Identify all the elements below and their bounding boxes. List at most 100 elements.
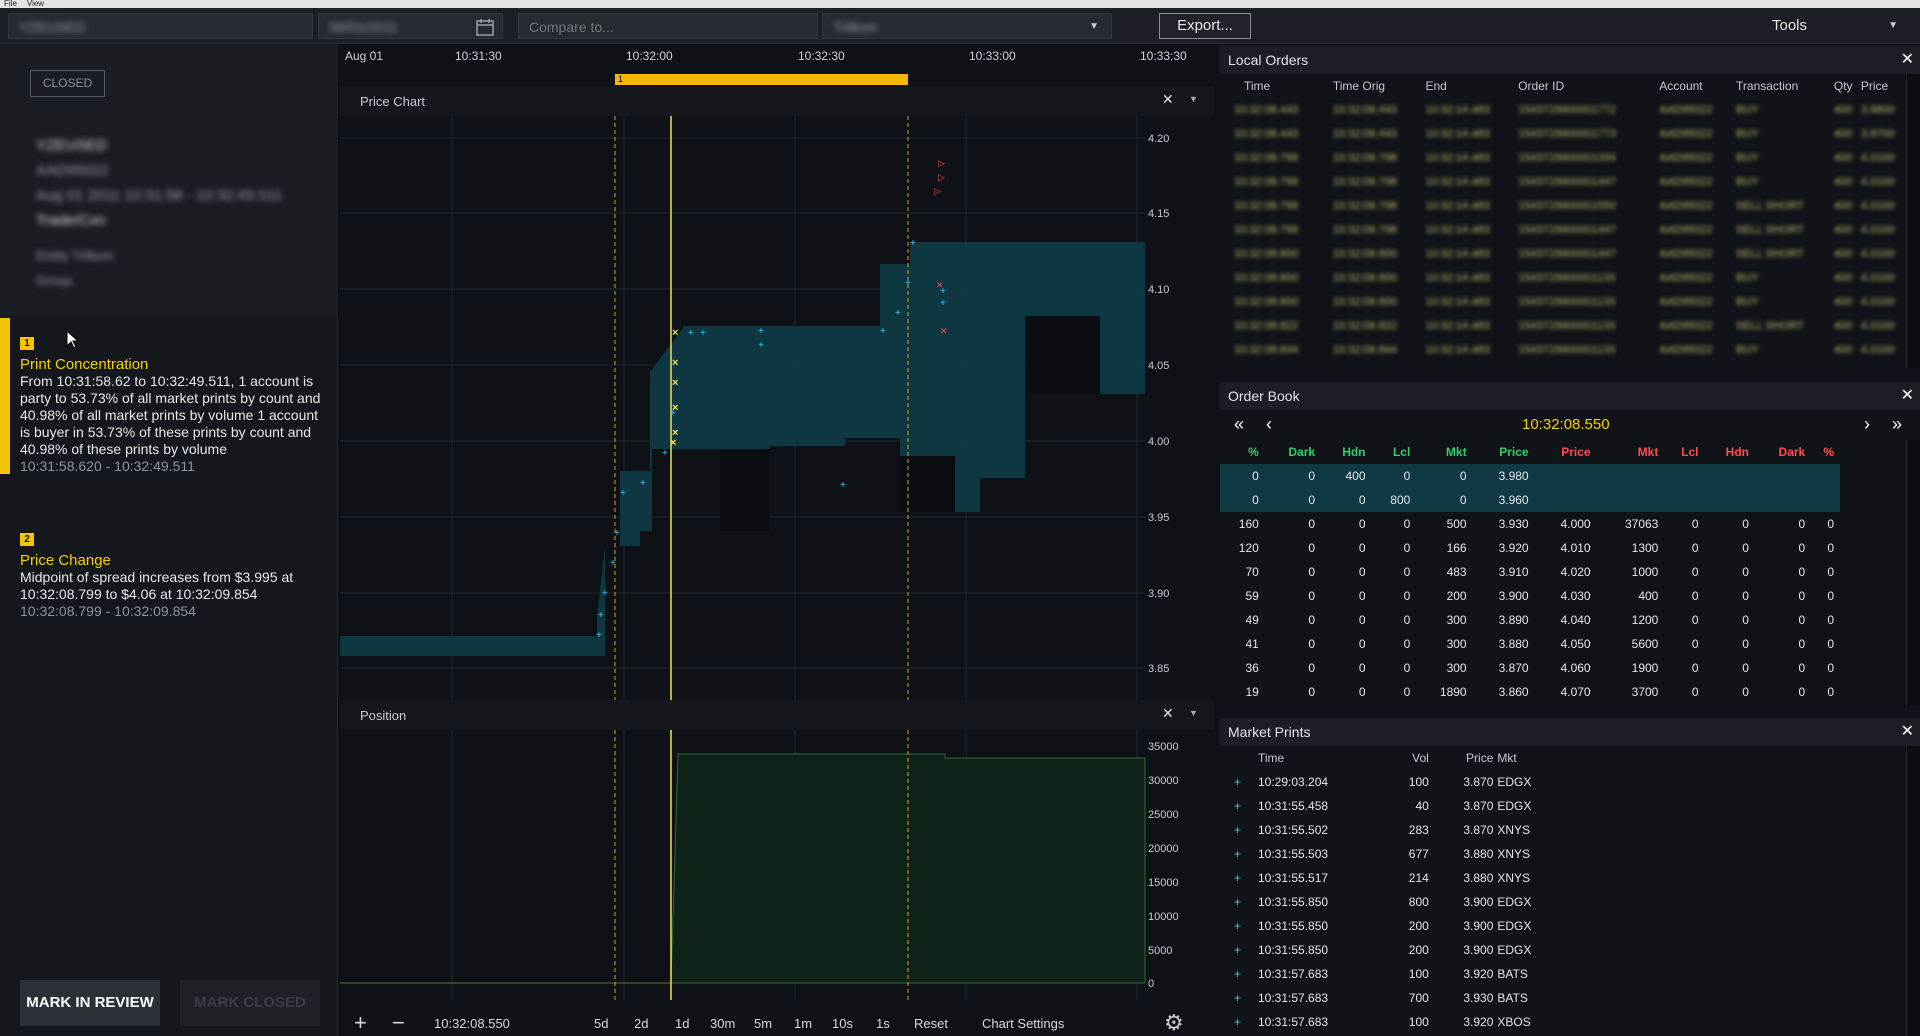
expand-icon[interactable]: + (1220, 818, 1258, 842)
compare-input[interactable]: Compare to... (518, 13, 818, 39)
market-print-row[interactable]: +10:31:55.850 200 3.900 EDGX (1220, 938, 1560, 962)
range-1m[interactable]: 1m (794, 1016, 812, 1031)
menu-file[interactable]: File (4, 0, 17, 8)
table-row[interactable]: 10:32:08.800 10:32:08.800 10:32:14.483 1543… (1220, 266, 1920, 290)
scrollbar[interactable] (1906, 440, 1920, 706)
zoom-in-button[interactable]: + (354, 1010, 367, 1036)
expand-icon[interactable]: + (1220, 842, 1258, 866)
gear-icon[interactable]: ⚙ (1164, 1010, 1184, 1036)
menu-view[interactable]: View (27, 0, 44, 8)
order-book-row[interactable]: 36 0 0 0 300 3.870 4.060 1900 0 0 0 0 (1220, 656, 1840, 680)
order-book-row[interactable]: 0 0 400 0 0 3.980 (1220, 464, 1840, 488)
range-2d[interactable]: 2d (634, 1016, 648, 1031)
order-book-row[interactable]: 19 0 0 0 1890 3.860 4.070 3700 0 0 0 0 (1220, 680, 1840, 704)
table-row[interactable]: 10:32:08.822 10:32:08.822 10:32:14.483 1543… (1220, 314, 1920, 338)
close-icon[interactable]: ✕ (1901, 718, 1914, 746)
tools-icon[interactable]: ✕ (1162, 705, 1174, 722)
col-price[interactable]: Price (1435, 746, 1498, 770)
table-row[interactable]: 10:32:08.798 10:32:08.798 10:32:14.483 1543… (1220, 194, 1920, 218)
market-print-row[interactable]: +10:31:55.503 677 3.880 XNYS (1220, 842, 1560, 866)
market-print-row[interactable]: +10:31:57.683 700 3.930 BATS (1220, 986, 1560, 1010)
last-icon[interactable]: » (1892, 414, 1902, 435)
expand-icon[interactable]: + (1220, 938, 1258, 962)
order-book-row[interactable]: 70 0 0 0 483 3.910 4.020 1000 0 0 0 0 (1220, 560, 1840, 584)
tools-menu[interactable]: Tools ▼ (1758, 13, 1908, 39)
col-transaction[interactable]: Transaction (1736, 74, 1834, 98)
order-book-row[interactable]: 160 0 0 0 500 3.930 4.000 37063 0 0 0 0 (1220, 512, 1840, 536)
reset-button[interactable]: Reset (914, 1016, 948, 1031)
expand-icon[interactable]: + (1220, 890, 1258, 914)
timeline[interactable]: Aug 01 10:31:30 10:32:00 10:32:30 10:33:… (340, 44, 1215, 86)
date-field[interactable]: 08/01/2011 (318, 13, 503, 39)
col-end[interactable]: End (1425, 74, 1518, 98)
expand-icon[interactable]: + (1220, 866, 1258, 890)
order-book-row[interactable]: 59 0 0 0 200 3.900 4.030 400 0 0 0 0 (1220, 584, 1840, 608)
chevron-down-icon[interactable]: ▼ (1189, 708, 1198, 718)
table-row[interactable]: 10:32:08.844 10:32:08.844 10:32:14.483 1543… (1220, 338, 1920, 362)
market-print-row[interactable]: +10:31:55.458 40 3.870 EDGX (1220, 794, 1560, 818)
first-icon[interactable]: « (1234, 414, 1244, 435)
col-price[interactable]: Price (1861, 74, 1910, 98)
expand-icon[interactable]: + (1220, 1010, 1258, 1034)
position-chart[interactable]: 35000 30000 25000 20000 15000 10000 5000… (340, 730, 1215, 1010)
range-10s[interactable]: 10s (832, 1016, 853, 1031)
table-row[interactable]: 10:32:08.798 10:32:08.798 10:32:14.483 1543… (1220, 170, 1920, 194)
expand-icon[interactable]: + (1220, 770, 1258, 794)
entity-select[interactable]: Trillium ▼ (822, 13, 1112, 39)
market-print-row[interactable]: +10:29:03.204 100 3.870 EDGX (1220, 770, 1560, 794)
table-row[interactable]: 10:32:08.443 10:32:08.443 10:32:14.483 1543… (1220, 98, 1920, 122)
market-print-row[interactable]: +10:31:55.502 283 3.870 XNYS (1220, 818, 1560, 842)
col-time[interactable]: Time (1258, 746, 1387, 770)
next-icon[interactable]: › (1864, 414, 1870, 435)
market-print-row[interactable]: +10:31:57.683 100 3.920 XBOS (1220, 1010, 1560, 1034)
mark-in-review-button[interactable]: MARK IN REVIEW (20, 980, 160, 1026)
export-button[interactable]: Export... (1159, 13, 1251, 39)
range-1s[interactable]: 1s (876, 1016, 890, 1031)
close-icon[interactable]: ✕ (1901, 382, 1914, 410)
symbol-field[interactable]: YZEUSED (8, 13, 313, 39)
col-qty[interactable]: Qty (1834, 74, 1861, 98)
col-mkt[interactable]: Mkt (1497, 746, 1560, 770)
calendar-icon[interactable] (475, 17, 495, 37)
scrollbar[interactable] (1906, 74, 1920, 368)
table-row[interactable]: 10:32:08.443 10:32:08.443 10:32:14.483 1543… (1220, 122, 1920, 146)
expand-icon[interactable]: + (1220, 794, 1258, 818)
order-book-row[interactable]: 41 0 0 0 300 3.880 4.050 5600 0 0 0 0 (1220, 632, 1840, 656)
range-1d[interactable]: 1d (675, 1016, 689, 1031)
alert-item-price-change[interactable]: 2 Price Change Midpoint of spread increa… (0, 530, 338, 620)
range-5m[interactable]: 5m (754, 1016, 772, 1031)
expand-icon[interactable]: + (1220, 962, 1258, 986)
table-row[interactable]: 10:32:08.800 10:32:08.800 10:32:14.483 1543… (1220, 242, 1920, 266)
order-book-row[interactable]: 49 0 0 0 300 3.890 4.040 1200 0 0 0 0 (1220, 608, 1840, 632)
chevron-down-icon[interactable]: ▼ (1189, 94, 1198, 104)
price-chart[interactable]: ++++++++++ + +++++++++ ×××××× ▷▷▷✕✕ 4.20 4… (340, 116, 1215, 700)
mark-closed-button[interactable]: MARK CLOSED (180, 980, 320, 1026)
prev-icon[interactable]: ‹ (1266, 414, 1272, 435)
market-print-row[interactable]: +10:31:55.850 800 3.900 EDGX (1220, 890, 1560, 914)
range-5d[interactable]: 5d (594, 1016, 608, 1031)
table-row[interactable]: 10:32:08.798 10:32:08.798 10:32:14.483 1543… (1220, 218, 1920, 242)
tools-icon[interactable]: ✕ (1162, 91, 1174, 108)
alert-range-marker[interactable]: 1 (615, 74, 908, 85)
order-book-row[interactable]: 120 0 0 0 166 3.920 4.010 1300 0 0 0 0 (1220, 536, 1840, 560)
market-print-row[interactable]: +10:31:57.683 100 3.920 BATS (1220, 962, 1560, 986)
market-print-row[interactable]: +10:31:55.517 214 3.880 XNYS (1220, 866, 1560, 890)
col-account[interactable]: Account (1659, 74, 1736, 98)
table-cell: 3.880 (1463, 871, 1494, 885)
table-row[interactable]: 10:32:08.798 10:32:08.798 10:32:14.483 1543… (1220, 146, 1920, 170)
expand-icon[interactable]: + (1220, 914, 1258, 938)
col-time-orig[interactable]: Time Orig (1333, 74, 1426, 98)
expand-icon[interactable]: + (1220, 986, 1258, 1010)
table-row[interactable]: 10:32:08.800 10:32:08.800 10:32:14.483 1543… (1220, 290, 1920, 314)
order-book-row[interactable]: 0 0 0 800 0 3.960 (1220, 488, 1840, 512)
market-print-row[interactable]: +10:31:55.850 200 3.900 EDGX (1220, 914, 1560, 938)
chart-settings-button[interactable]: Chart Settings (982, 1016, 1064, 1031)
col-order-id[interactable]: Order ID (1518, 74, 1659, 98)
range-30m[interactable]: 30m (710, 1016, 735, 1031)
scrollbar[interactable] (1906, 746, 1920, 1036)
col-time[interactable]: Time (1220, 74, 1333, 98)
col-vol[interactable]: Vol (1387, 746, 1435, 770)
close-icon[interactable]: ✕ (1901, 46, 1914, 74)
alert-item-print-concentration[interactable]: 1 Print Concentration From 10:31:58.62 t… (0, 334, 338, 475)
zoom-out-button[interactable]: − (392, 1010, 405, 1036)
